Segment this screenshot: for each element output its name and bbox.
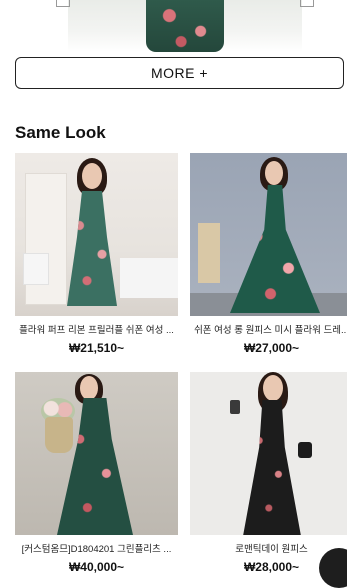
face bbox=[265, 161, 283, 185]
product-name[interactable]: 쉬폰 여성 롱 원피스 미시 플라워 드레... bbox=[190, 322, 347, 336]
image-corner-mark bbox=[56, 0, 70, 7]
product-name[interactable]: [커스텀옴므]D1804201 그린플리츠 ... bbox=[15, 541, 178, 555]
floating-action-icon[interactable] bbox=[319, 548, 347, 588]
cup bbox=[230, 400, 240, 414]
product-image[interactable] bbox=[190, 372, 347, 535]
product-card[interactable]: 쉬폰 여성 롱 원피스 미시 플라워 드레... ₩27,000~ bbox=[190, 153, 347, 355]
dress bbox=[67, 191, 117, 306]
basket bbox=[45, 417, 73, 453]
face bbox=[80, 376, 98, 400]
bed bbox=[120, 258, 178, 298]
section-title: Same Look bbox=[15, 123, 106, 142]
product-card[interactable]: 로맨틱데이 원피스 ₩28,000~ bbox=[190, 372, 347, 574]
handbag bbox=[298, 442, 312, 458]
chair bbox=[198, 223, 220, 283]
product-price: ₩27,000~ bbox=[243, 341, 300, 355]
product-image[interactable] bbox=[190, 153, 347, 316]
product-image[interactable] bbox=[15, 372, 178, 535]
product-name[interactable]: 플라워 퍼프 리본 프릴러플 쉬폰 여성 ... bbox=[15, 322, 178, 336]
face bbox=[82, 163, 102, 189]
wall-panel bbox=[25, 173, 67, 305]
dress-image-fragment bbox=[146, 0, 224, 52]
nightstand bbox=[23, 253, 49, 285]
product-name[interactable]: 로맨틱데이 원피스 bbox=[190, 541, 347, 555]
product-price: ₩40,000~ bbox=[68, 560, 125, 574]
dress bbox=[243, 400, 301, 535]
product-card[interactable]: 플라워 퍼프 리본 프릴러플 쉬폰 여성 ... ₩21,510~ bbox=[15, 153, 178, 355]
image-corner-mark bbox=[300, 0, 314, 7]
dress bbox=[230, 185, 320, 313]
product-image[interactable] bbox=[15, 153, 178, 316]
face bbox=[263, 375, 283, 401]
product-card[interactable]: [커스텀옴므]D1804201 그린플리츠 ... ₩40,000~ bbox=[15, 372, 178, 574]
top-product-image[interactable] bbox=[68, 0, 302, 52]
more-button[interactable]: MORE + bbox=[15, 57, 344, 89]
product-price: ₩21,510~ bbox=[68, 341, 125, 355]
